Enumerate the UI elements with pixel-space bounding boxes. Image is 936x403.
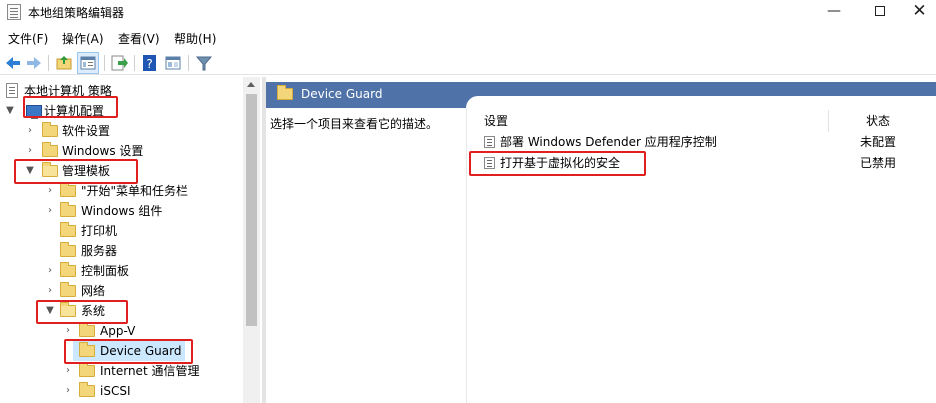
properties-icon[interactable] <box>163 53 183 73</box>
toolbar-separator <box>104 55 105 71</box>
scroll-up-arrow-icon[interactable] <box>247 82 255 87</box>
policy-setting-icon <box>484 136 495 148</box>
tree-item-network[interactable]: › 网络 <box>0 281 240 301</box>
folder-icon <box>79 362 95 377</box>
folder-icon <box>60 182 76 197</box>
policy-name: 打开基于虚拟化的安全 <box>500 156 621 170</box>
chevron-right-icon[interactable]: › <box>24 141 36 161</box>
tree-item-server[interactable]: 服务器 <box>0 241 240 261</box>
tree-label: iSCSI <box>100 384 131 398</box>
folder-icon <box>79 322 95 337</box>
toolbar: ? <box>0 51 936 75</box>
policy-editor-app-icon <box>7 4 21 20</box>
minimize-button[interactable]: — <box>811 0 857 24</box>
tree-item-control-panel[interactable]: › 控制面板 <box>0 261 240 281</box>
maximize-icon <box>875 6 885 16</box>
menu-bar: 文件(F) 操作(A) 查看(V) 帮助(H) <box>0 27 936 47</box>
folder-icon <box>42 122 58 137</box>
tree-label: Windows 组件 <box>81 204 163 218</box>
highlight-box-system <box>36 300 128 324</box>
menu-action[interactable]: 操作(A) <box>62 30 104 47</box>
folder-icon <box>60 262 76 277</box>
tree-label: Windows 设置 <box>62 144 144 158</box>
policy-state: 已禁用 <box>860 156 897 170</box>
tree-label: App-V <box>100 324 136 338</box>
forward-arrow-icon[interactable] <box>24 53 44 73</box>
column-header-setting[interactable]: 设置 <box>484 112 508 129</box>
tree-item-appv[interactable]: › App-V <box>0 321 240 341</box>
tree-label: 服务器 <box>81 244 118 258</box>
policy-name: 部署 Windows Defender 应用程序控制 <box>500 135 717 149</box>
menu-help[interactable]: 帮助(H) <box>174 30 216 47</box>
svg-text:?: ? <box>146 57 152 71</box>
chevron-right-icon[interactable]: › <box>44 281 56 301</box>
tree-label: 软件设置 <box>62 124 111 138</box>
tree-item-iscsi[interactable]: › iSCSI <box>0 381 240 401</box>
export-list-icon[interactable] <box>109 53 129 73</box>
folder-icon <box>42 142 58 157</box>
column-separator[interactable] <box>828 110 829 132</box>
folder-icon <box>60 242 76 257</box>
folder-icon <box>60 202 76 217</box>
chevron-right-icon[interactable]: › <box>44 261 56 281</box>
policy-icon <box>6 83 18 98</box>
tree-label: 控制面板 <box>81 264 130 278</box>
policy-state: 未配置 <box>860 135 897 149</box>
back-arrow-icon[interactable] <box>3 53 23 73</box>
up-folder-icon[interactable] <box>54 53 74 73</box>
tree-item-windows-components[interactable]: › Windows 组件 <box>0 201 240 221</box>
window-title: 本地组策略编辑器 <box>28 6 125 20</box>
chevron-right-icon[interactable]: › <box>62 381 74 401</box>
highlight-box-admin-templates <box>14 159 138 184</box>
policy-setting-icon <box>484 157 495 169</box>
pane-splitter[interactable] <box>262 77 266 403</box>
tree-scrollbar[interactable] <box>243 77 260 403</box>
chevron-right-icon[interactable]: › <box>24 121 36 141</box>
toolbar-separator <box>48 55 49 71</box>
description-text: 选择一个项目来查看它的描述。 <box>270 117 439 131</box>
tree-label: Internet 通信管理 <box>100 364 200 378</box>
toolbar-separator <box>188 55 189 71</box>
tree-item-start-menu[interactable]: › "开始"菜单和任务栏 <box>0 181 240 201</box>
chevron-right-icon[interactable]: › <box>62 361 74 381</box>
chevron-right-icon[interactable]: › <box>62 321 74 341</box>
folder-icon <box>277 85 293 100</box>
policy-row-wdac[interactable]: 部署 Windows Defender 应用程序控制 未配置 <box>470 132 936 152</box>
menu-file[interactable]: 文件(F) <box>8 30 48 47</box>
chevron-right-icon[interactable]: › <box>44 201 56 221</box>
toolbar-separator <box>134 55 135 71</box>
menu-view[interactable]: 查看(V) <box>118 30 160 47</box>
tree-label: "开始"菜单和任务栏 <box>81 184 189 198</box>
column-header-state[interactable]: 状态 <box>866 112 890 129</box>
show-tree-icon[interactable] <box>78 53 98 73</box>
tree-label: 打印机 <box>81 224 118 238</box>
tree-item-windows-settings[interactable]: › Windows 设置 <box>0 141 240 161</box>
tree-item-internet-communication[interactable]: › Internet 通信管理 <box>0 361 240 381</box>
highlight-box-computer-config <box>23 96 118 118</box>
details-header-title: Device Guard <box>301 87 383 101</box>
maximize-button[interactable] <box>857 0 903 24</box>
folder-icon <box>60 222 76 237</box>
title-bar: 本地组策略编辑器 — ✕ <box>0 0 936 24</box>
help-icon[interactable]: ? <box>140 53 160 73</box>
chevron-right-icon[interactable]: › <box>44 181 56 201</box>
scrollbar-thumb[interactable] <box>246 94 257 326</box>
policy-row-vbs[interactable]: 打开基于虚拟化的安全 已禁用 <box>470 153 936 173</box>
tree-label: 网络 <box>81 284 106 298</box>
tree-item-printers[interactable]: 打印机 <box>0 221 240 241</box>
highlight-box-device-guard <box>64 339 193 364</box>
tree-item-software-settings[interactable]: › 软件设置 <box>0 121 240 141</box>
folder-icon <box>60 282 76 297</box>
folder-icon <box>79 382 95 397</box>
chevron-down-icon[interactable]: ▼ <box>4 101 16 121</box>
close-button[interactable]: ✕ <box>903 0 936 24</box>
filter-icon[interactable] <box>194 53 214 73</box>
description-divider <box>466 108 467 403</box>
